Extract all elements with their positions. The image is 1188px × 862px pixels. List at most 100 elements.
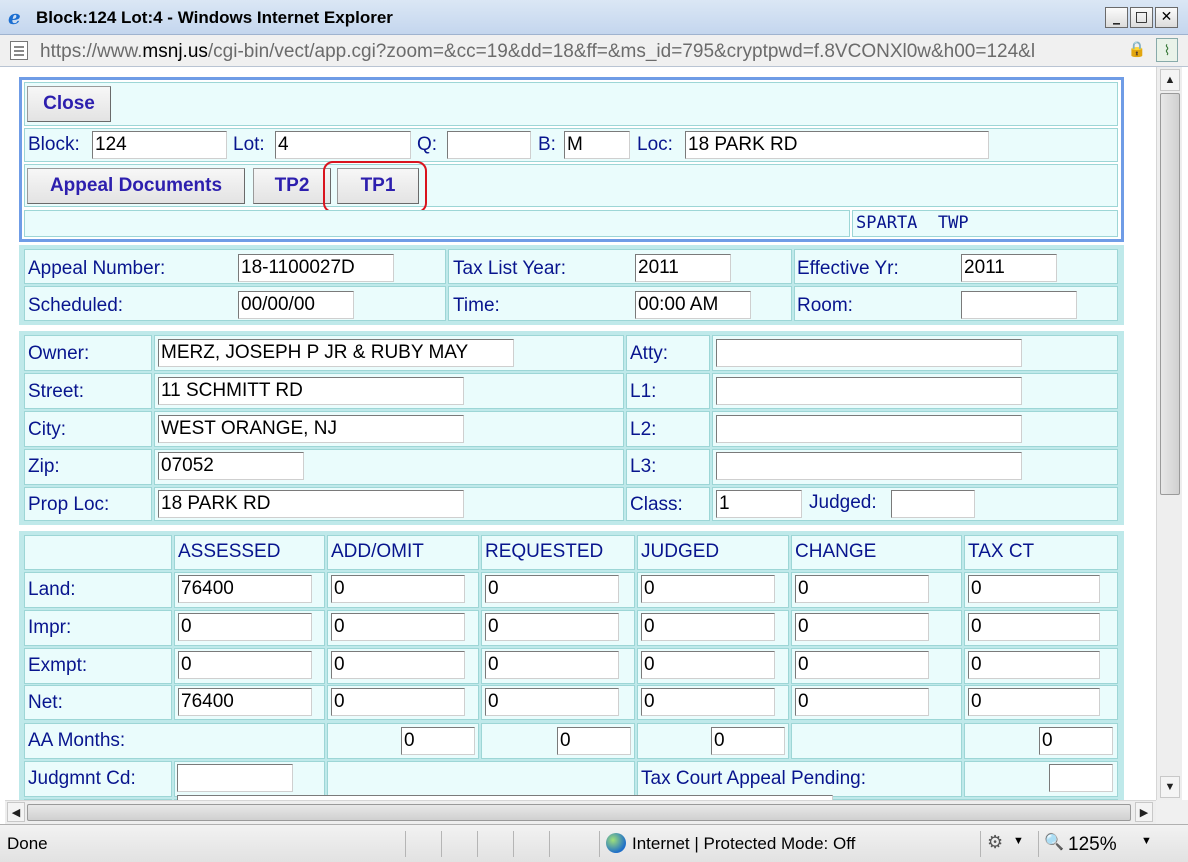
value-field[interactable]: 0	[795, 688, 929, 716]
aa-months-field[interactable]: 0	[1039, 727, 1113, 755]
room-field[interactable]	[961, 291, 1077, 319]
time-field[interactable]: 00:00 AM	[635, 291, 751, 319]
class-field[interactable]: 1	[716, 490, 802, 518]
tax-list-year-field[interactable]: 2011	[635, 254, 731, 282]
value-field[interactable]: 0	[968, 613, 1100, 641]
aa-months-blank-cell	[791, 723, 962, 759]
owner-label: Owner:	[28, 343, 90, 364]
value-field[interactable]: 0	[795, 613, 929, 641]
city-field[interactable]: WEST ORANGE, NJ	[158, 415, 464, 443]
l1-field[interactable]	[716, 377, 1022, 405]
ie-logo-icon: e	[8, 5, 21, 29]
effective-yr-field[interactable]: 2011	[961, 254, 1057, 282]
row-label: Impr:	[28, 617, 72, 638]
b-label: B:	[538, 134, 556, 155]
value-field[interactable]: 76400	[178, 575, 312, 603]
url-field[interactable]: https://www.msnj.us/cgi-bin/vect/app.cgi…	[40, 41, 1118, 63]
b-field[interactable]: M	[564, 131, 630, 159]
horizontal-scroll-thumb[interactable]	[27, 804, 1131, 821]
value-field[interactable]: 0	[641, 613, 775, 641]
vertical-scrollbar[interactable]: ▲ ▼	[1156, 67, 1182, 800]
value-field[interactable]: 0	[968, 575, 1100, 603]
aa-months-field[interactable]: 0	[401, 727, 475, 755]
title-bar: e Block:124 Lot:4 - Windows Internet Exp…	[0, 0, 1188, 35]
vertical-scroll-thumb[interactable]	[1160, 93, 1180, 495]
tp1-highlight-outline	[323, 161, 427, 213]
row-label: Net:	[28, 692, 63, 713]
block-field[interactable]: 124	[92, 131, 227, 159]
lot-field[interactable]: 4	[275, 131, 411, 159]
maximize-button[interactable]: □	[1130, 7, 1153, 28]
l2-field[interactable]	[716, 415, 1022, 443]
zip-field[interactable]: 07052	[158, 452, 304, 480]
atty-label: Atty:	[630, 343, 669, 364]
scheduled-field[interactable]: 00/00/00	[238, 291, 354, 319]
horizontal-scrollbar[interactable]: ◀ ▶	[5, 800, 1156, 824]
scroll-down-arrow-icon[interactable]: ▼	[1160, 776, 1180, 798]
loc-field[interactable]: 18 PARK RD	[685, 131, 989, 159]
owner-field[interactable]: MERZ, JOSEPH P JR & RUBY MAY	[158, 339, 514, 367]
value-field[interactable]: 0	[178, 651, 312, 679]
value-field[interactable]: 0	[795, 575, 929, 603]
aa-months-field[interactable]: 0	[557, 727, 631, 755]
lock-icon[interactable]: 🔒	[1126, 38, 1148, 62]
room-label: Room:	[797, 295, 853, 316]
value-field[interactable]: 0	[968, 688, 1100, 716]
l3-field[interactable]	[716, 452, 1022, 480]
column-header: CHANGE	[795, 541, 877, 562]
prop-loc-field[interactable]: 18 PARK RD	[158, 490, 464, 518]
value-field[interactable]: 0	[178, 613, 312, 641]
municipality-name: SPARTA TWP	[856, 213, 969, 233]
appeal-documents-button[interactable]: Appeal Documents	[27, 168, 245, 204]
status-pane	[441, 831, 477, 857]
aa-months-field[interactable]: 0	[711, 727, 785, 755]
l3-label: L3:	[630, 456, 657, 477]
value-field[interactable]: 0	[331, 651, 465, 679]
protected-mode-pane[interactable]: ⚙ ▼	[980, 831, 1038, 857]
appeal-number-field[interactable]: 18-1100027D	[238, 254, 394, 282]
window-title: Block:124 Lot:4 - Windows Internet Explo…	[36, 8, 393, 27]
scroll-up-arrow-icon[interactable]: ▲	[1160, 69, 1180, 91]
judgment-cd-field[interactable]	[177, 764, 293, 792]
value-field[interactable]: 0	[641, 651, 775, 679]
street-field[interactable]: 11 SCHMITT RD	[158, 377, 464, 405]
tax-list-year-label: Tax List Year:	[453, 258, 567, 279]
compatibility-view-icon[interactable]: ⌇	[1156, 38, 1178, 62]
close-window-button[interactable]: ✕	[1155, 7, 1178, 28]
q-field[interactable]	[447, 131, 531, 159]
scrollbar-corner	[1156, 800, 1188, 824]
value-field[interactable]: 0	[331, 575, 465, 603]
value-field[interactable]: 0	[795, 651, 929, 679]
status-pane	[477, 831, 513, 857]
zoom-pane[interactable]: 🔍 125% ▼	[1038, 831, 1188, 857]
value-field[interactable]: 0	[331, 688, 465, 716]
value-field[interactable]: 0	[331, 613, 465, 641]
block-label: Block:	[28, 134, 80, 155]
atty-field[interactable]	[716, 339, 1022, 367]
value-field[interactable]: 0	[485, 575, 619, 603]
value-field[interactable]: 0	[485, 613, 619, 641]
chevron-down-icon: ▼	[1013, 835, 1024, 847]
close-button[interactable]: Close	[27, 86, 111, 122]
minimize-button[interactable]: _	[1105, 7, 1128, 28]
city-label: City:	[28, 419, 66, 440]
value-field[interactable]: 0	[485, 651, 619, 679]
value-field[interactable]: 0	[641, 575, 775, 603]
close-row	[24, 82, 1118, 126]
zone-pane[interactable]: Internet | Protected Mode: Off	[599, 831, 979, 857]
tax-court-field[interactable]	[1049, 764, 1113, 792]
value-field[interactable]: 0	[968, 651, 1100, 679]
value-field[interactable]: 0	[641, 688, 775, 716]
tp2-button[interactable]: TP2	[253, 168, 331, 204]
q-label: Q:	[417, 134, 438, 155]
page-icon	[10, 41, 28, 60]
scroll-left-arrow-icon[interactable]: ◀	[7, 802, 25, 822]
judged-field[interactable]	[891, 490, 975, 518]
prop-loc-label: Prop Loc:	[28, 494, 110, 515]
row-label: Exmpt:	[28, 655, 88, 676]
street-label: Street:	[28, 381, 84, 402]
zoom-level: 125%	[1068, 834, 1117, 855]
value-field[interactable]: 0	[485, 688, 619, 716]
value-field[interactable]: 76400	[178, 688, 312, 716]
scroll-right-arrow-icon[interactable]: ▶	[1135, 802, 1153, 822]
